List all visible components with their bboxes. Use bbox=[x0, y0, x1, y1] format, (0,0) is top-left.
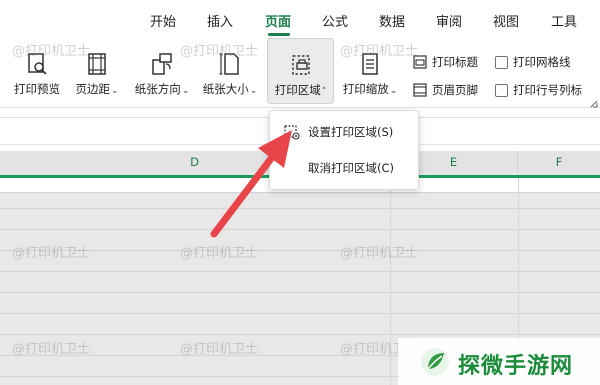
brand-name: 探微手游网 bbox=[458, 354, 574, 379]
watermark: @打印机卫士 bbox=[180, 342, 259, 357]
print-area-label: 打印区域 bbox=[274, 83, 321, 97]
watermark: @打印机卫士 bbox=[340, 44, 419, 59]
chevron-down-icon: ⌄ bbox=[249, 86, 258, 96]
tab-view[interactable]: 视图 bbox=[493, 11, 519, 30]
tab-home[interactable]: 开始 bbox=[150, 11, 176, 30]
row-gridline bbox=[0, 271, 600, 272]
print-row-col-headers-checkbox[interactable]: 打印行号列标 bbox=[495, 80, 582, 100]
chevron-down-icon: ⌄ bbox=[389, 86, 398, 96]
print-gridlines-checkbox[interactable]: 打印网格线 bbox=[495, 52, 571, 72]
column-header-f[interactable]: F bbox=[518, 151, 600, 173]
orientation-icon bbox=[152, 53, 172, 75]
header-footer-button[interactable]: 页眉页脚 bbox=[413, 80, 478, 100]
header-footer-icon bbox=[413, 83, 427, 97]
tab-review[interactable]: 审阅 bbox=[436, 11, 462, 30]
tab-formulas[interactable]: 公式 bbox=[322, 11, 348, 30]
print-titles-label: 打印标题 bbox=[432, 55, 478, 69]
tab-tools[interactable]: 工具 bbox=[551, 11, 577, 30]
chevron-down-icon: ⌄ bbox=[181, 86, 190, 96]
leaf-logo-icon bbox=[421, 348, 449, 376]
print-row-col-headers-check[interactable] bbox=[495, 83, 508, 97]
row-gridline bbox=[0, 334, 600, 335]
brand-logo: 探微手游网 bbox=[398, 338, 600, 385]
orientation-label: 纸张方向 bbox=[134, 82, 181, 96]
active-tab-indicator bbox=[268, 33, 290, 36]
header-footer-label: 页眉页脚 bbox=[432, 83, 478, 97]
tab-data[interactable]: 数据 bbox=[379, 11, 405, 30]
print-preview-label: 打印预览 bbox=[14, 82, 60, 96]
watermark: @打印机卫士 bbox=[12, 246, 91, 261]
chevron-up-icon: ˄ bbox=[321, 87, 327, 97]
watermark: @打印机卫士 bbox=[12, 44, 91, 59]
watermark: @打印机卫士 bbox=[12, 342, 91, 357]
print-area-icon bbox=[291, 55, 310, 75]
print-row-col-headers-label: 打印行号列标 bbox=[513, 83, 582, 97]
print-scale-label: 打印缩放 bbox=[342, 82, 389, 96]
menu-tab-bar: 开始 插入 页面 公式 数据 审阅 视图 工具 bbox=[0, 0, 600, 38]
tab-insert[interactable]: 插入 bbox=[207, 11, 233, 30]
ribbon-expand-icon[interactable] bbox=[590, 100, 598, 108]
row-gridline bbox=[0, 292, 600, 293]
print-titles-button[interactable]: 打印标题 bbox=[413, 52, 478, 72]
clear-print-area-label: 取消打印区域(C) bbox=[308, 161, 395, 175]
chevron-down-icon: ⌄ bbox=[110, 86, 119, 96]
set-print-area-label: 设置打印区域(S) bbox=[308, 125, 394, 139]
margins-label: 页边距 bbox=[75, 82, 110, 96]
tab-page[interactable]: 页面 bbox=[265, 11, 291, 30]
paper-size-label: 纸张大小 bbox=[202, 82, 249, 96]
row-gridline bbox=[0, 313, 600, 314]
print-gridlines-check[interactable] bbox=[495, 55, 508, 69]
print-area-button[interactable]: 打印区域˄ bbox=[267, 38, 334, 104]
watermark: @打印机卫士 bbox=[180, 44, 259, 59]
print-gridlines-label: 打印网格线 bbox=[513, 55, 571, 69]
annotation-arrow-icon bbox=[210, 130, 292, 238]
watermark: @打印机卫士 bbox=[340, 246, 419, 261]
